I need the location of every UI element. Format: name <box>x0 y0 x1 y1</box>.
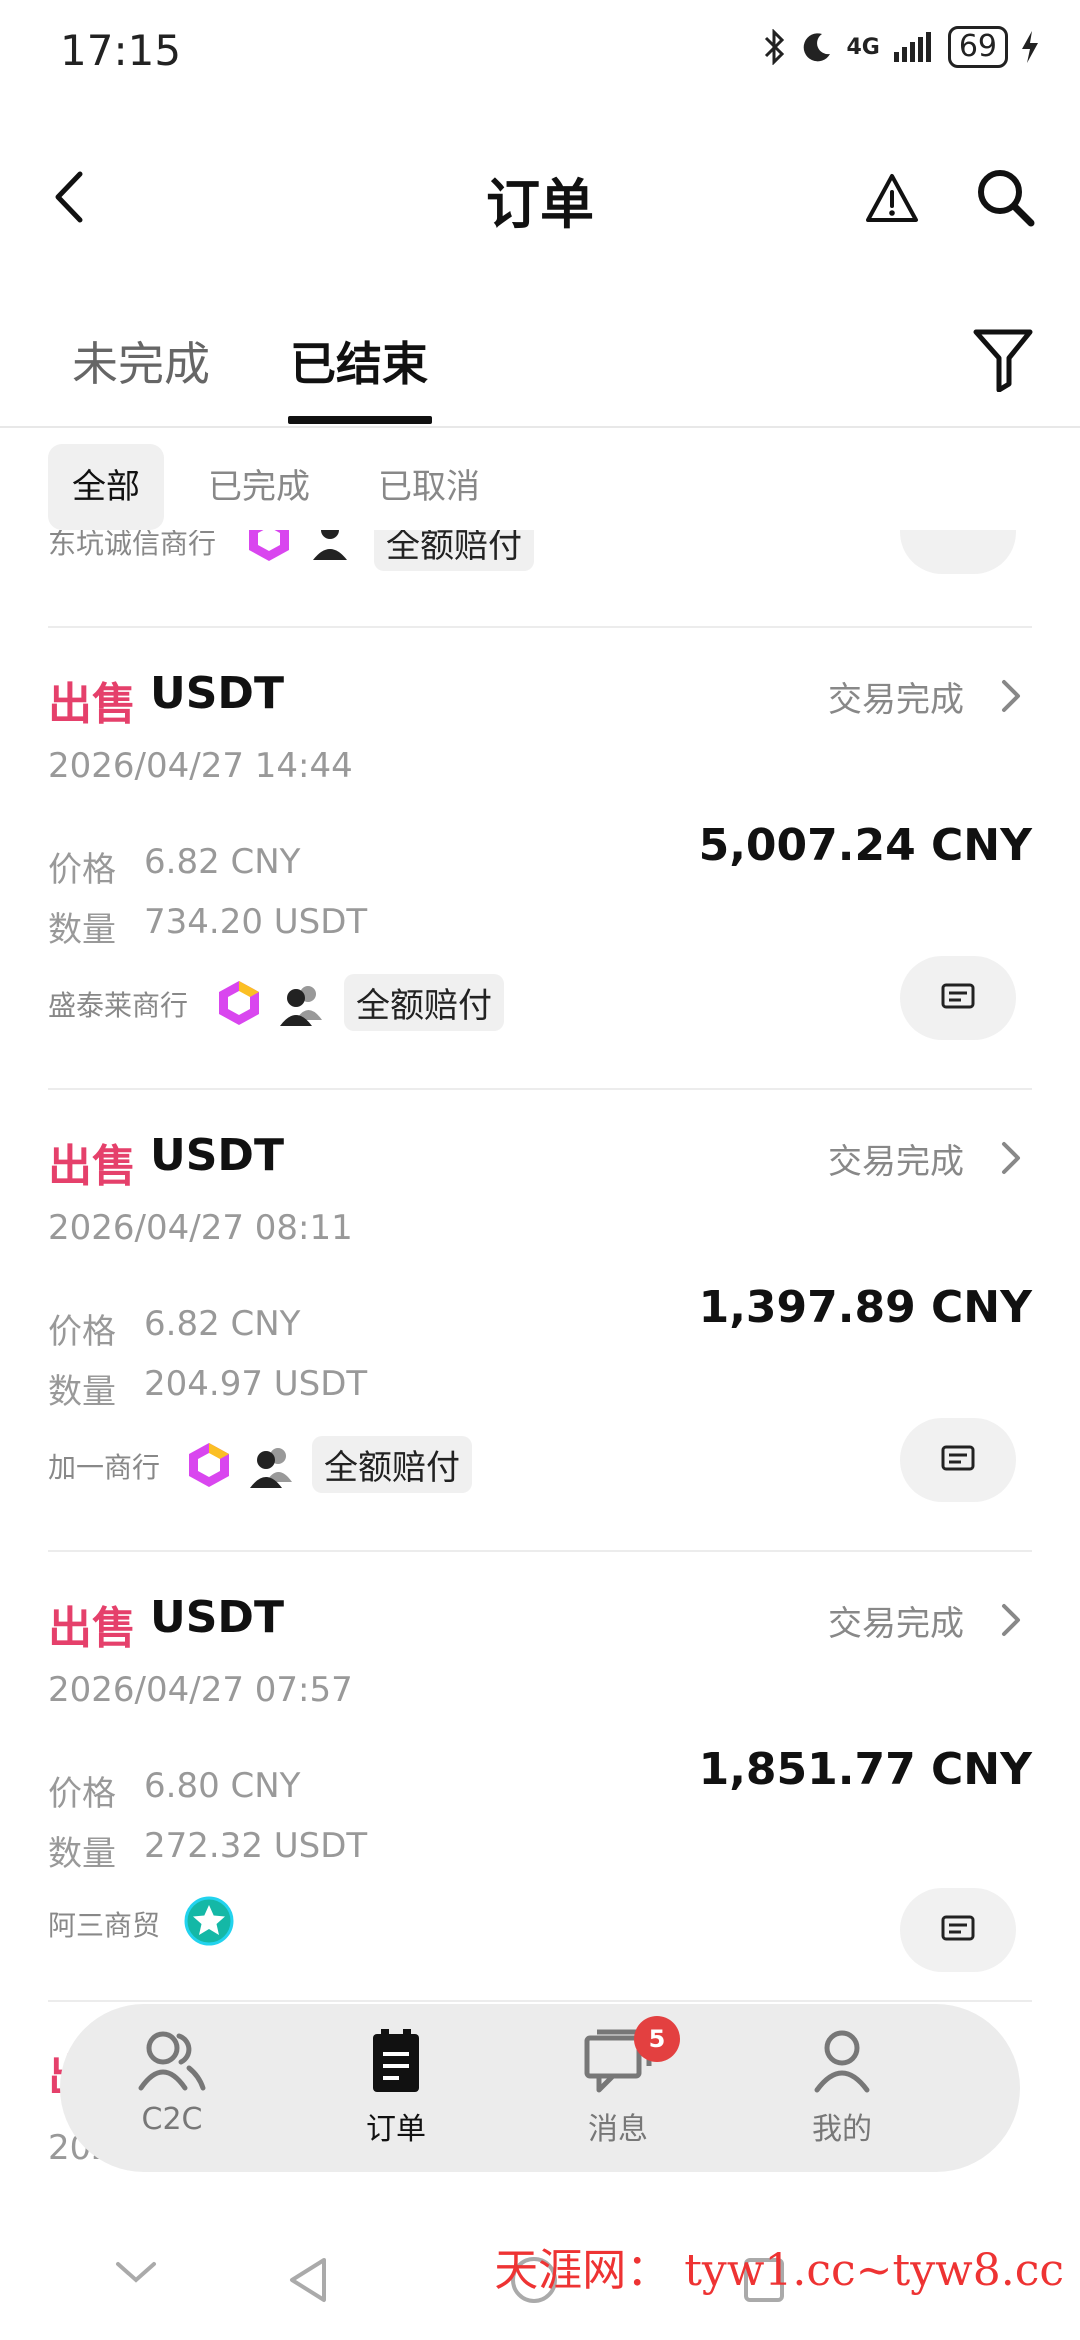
order-side: 出售 <box>48 1603 136 1654</box>
chat-button[interactable] <box>900 956 1016 1040</box>
team-icon <box>250 1448 292 1488</box>
filter-button[interactable] <box>972 326 1034 393</box>
nav-profile[interactable]: 我的 <box>752 2028 932 2148</box>
chat-button[interactable] <box>900 1888 1016 1972</box>
system-back-icon[interactable] <box>284 2254 334 2306</box>
order-status: 交易完成 <box>828 1604 964 1644</box>
chevron-right-icon <box>1002 680 1020 712</box>
order-status: 交易完成 <box>828 1142 964 1182</box>
header: 订单 <box>0 140 1080 260</box>
price-value: 6.82 CNY <box>144 842 301 882</box>
order-asset: USDT <box>150 1592 284 1643</box>
bluetooth-icon <box>765 29 785 65</box>
message-icon <box>941 1915 975 1941</box>
search-button[interactable] <box>974 166 1036 228</box>
order-side: 出售 <box>48 1141 136 1192</box>
nav-label: C2C <box>141 2102 203 2137</box>
chip-completed[interactable]: 已完成 <box>184 444 334 530</box>
quantity-value: 734.20 USDT <box>144 902 368 942</box>
status-time: 17:15 <box>60 26 182 75</box>
users-icon <box>138 2031 206 2091</box>
moon-icon <box>804 33 831 62</box>
watermark-text: 天涯网： tyw1.cc~tyw8.cc <box>494 2245 1064 2296</box>
guarantee-tag: 全额赔付 <box>374 530 534 571</box>
tab-finished[interactable]: 已结束 <box>290 328 428 394</box>
message-icon <box>941 1445 975 1471</box>
order-tabs: 未完成 已结束 <box>0 300 1080 428</box>
search-icon <box>978 170 1035 227</box>
chip-all[interactable]: 全部 <box>48 444 164 530</box>
price-value: 6.80 CNY <box>144 1766 301 1806</box>
network-label: 4G <box>846 34 880 60</box>
team-icon <box>280 986 322 1026</box>
quantity-value: 204.97 USDT <box>144 1364 368 1404</box>
status-icons: 4G 69 <box>762 26 1040 68</box>
chat-button[interactable] <box>900 1418 1016 1502</box>
bottom-nav: C2C 订单 5 消息 我的 <box>60 2004 1020 2172</box>
order-time: 2026/04/27 07:57 <box>48 1670 353 1710</box>
tab-unfinished[interactable]: 未完成 <box>72 328 210 394</box>
clipboard-icon <box>373 2029 419 2092</box>
order-time: 2026/04/27 14:44 <box>48 746 353 786</box>
nav-label: 订单 <box>366 2112 426 2147</box>
order-card[interactable]: 出售 USDT 交易完成 2026/04/27 08:11 价格 6.82 CN… <box>48 1090 1032 1552</box>
price-label: 价格 <box>48 1774 116 1814</box>
chat-button[interactable] <box>900 530 1016 574</box>
price-value: 6.82 CNY <box>144 1304 301 1344</box>
quantity-label: 数量 <box>48 1372 116 1412</box>
guarantee-tag: 全额赔付 <box>312 1436 472 1493</box>
merchant-badge-icon <box>189 1443 229 1487</box>
order-total: 5,007.24 CNY <box>698 820 1032 871</box>
merchant-badge-icon <box>249 530 289 561</box>
order-card-partial-top[interactable]: 东坑诚信商行 全额赔付 <box>48 530 1032 628</box>
chevron-right-icon <box>1002 1604 1020 1636</box>
quantity-label: 数量 <box>48 910 116 950</box>
price-label: 价格 <box>48 850 116 890</box>
merchant-name: 东坑诚信商行 <box>48 530 217 560</box>
filter-icon <box>973 329 1033 393</box>
charging-icon <box>1022 31 1038 63</box>
nav-orders[interactable]: 订单 <box>306 2028 486 2148</box>
order-card[interactable]: 出售 USDT 交易完成 2026/04/27 07:57 价格 6.80 CN… <box>48 1552 1032 2002</box>
status-filter-chips: 全部 已完成 已取消 <box>48 444 504 530</box>
chip-cancelled[interactable]: 已取消 <box>354 444 504 530</box>
signal-icon <box>893 32 931 62</box>
order-asset: USDT <box>150 668 284 719</box>
collapse-down-icon[interactable] <box>112 2254 160 2290</box>
user-icon <box>814 2030 870 2093</box>
order-asset: USDT <box>150 1130 284 1181</box>
merchant-name: 阿三商贸 <box>48 1909 161 1942</box>
nav-messages[interactable]: 5 消息 <box>528 2016 708 2148</box>
notification-badge: 5 <box>634 2016 680 2062</box>
order-total: 1,397.89 CNY <box>698 1282 1032 1333</box>
merchant-badge-icon <box>184 1896 234 1946</box>
order-total: 1,851.77 CNY <box>698 1744 1032 1795</box>
quantity-value: 272.32 USDT <box>144 1826 368 1866</box>
price-label: 价格 <box>48 1312 116 1352</box>
merchant-badge-icon <box>219 981 259 1025</box>
order-time: 2026/04/27 08:11 <box>48 1208 353 1248</box>
battery-indicator: 69 <box>947 26 1008 68</box>
nav-c2c[interactable]: C2C <box>82 2028 262 2137</box>
quantity-label: 数量 <box>48 1834 116 1874</box>
message-icon <box>941 983 975 1009</box>
chevron-right-icon <box>1002 1142 1020 1174</box>
warning-icon <box>866 174 918 222</box>
merchant-name: 盛泰莱商行 <box>48 989 189 1022</box>
order-side: 出售 <box>48 679 136 730</box>
active-tab-indicator <box>288 416 432 424</box>
order-status: 交易完成 <box>828 680 964 720</box>
status-bar: 17:15 4G 69 <box>0 0 1080 100</box>
order-card[interactable]: 出售 USDT 交易完成 2026/04/27 14:44 价格 6.82 CN… <box>48 628 1032 1090</box>
nav-label: 我的 <box>812 2112 872 2147</box>
merchant-name: 加一商行 <box>48 1451 161 1484</box>
warning-button[interactable] <box>864 170 920 226</box>
guarantee-tag: 全额赔付 <box>344 974 504 1031</box>
user-icon <box>313 530 347 560</box>
nav-label: 消息 <box>588 2112 648 2147</box>
